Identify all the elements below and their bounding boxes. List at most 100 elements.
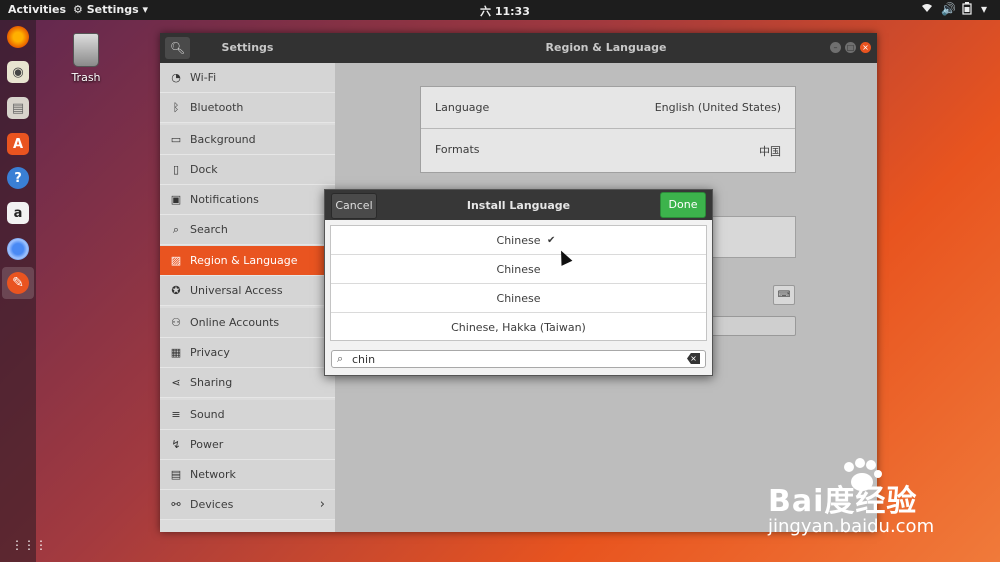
sidebar-item-bluetooth[interactable]: ᛒ Bluetooth: [160, 93, 335, 123]
sidebar-item-label: Privacy: [190, 346, 230, 359]
rhythmbox-icon[interactable]: ◉: [7, 61, 29, 83]
list-item-label: Chinese: [496, 234, 541, 247]
firefox-icon[interactable]: [7, 26, 29, 48]
sidebar-item-label: Dock: [190, 163, 218, 176]
list-item[interactable]: Chinese, Hakka (Taiwan): [331, 313, 706, 342]
app-menu[interactable]: ⚙ Settings ▾: [73, 3, 148, 16]
activities-button[interactable]: Activities: [8, 3, 66, 16]
list-item[interactable]: Chinese: [331, 255, 706, 284]
sidebar: ◔ Wi-Fi ᛒ Bluetooth ▭ Background ▯ Dock …: [160, 63, 335, 532]
trash-icon: [73, 33, 99, 67]
sound-icon: ≡: [171, 408, 181, 421]
install-language-dialog: Cancel Install Language Done Chinese ✔ C…: [324, 189, 713, 376]
sidebar-item-label: Sound: [190, 408, 225, 421]
sidebar-item-label: Search: [190, 223, 228, 236]
sidebar-item-label: Bluetooth: [190, 101, 244, 114]
sidebar-item-label: Background: [190, 133, 256, 146]
sidebar-item-privacy[interactable]: ▦ Privacy: [160, 338, 335, 368]
clear-icon[interactable]: ×: [687, 353, 700, 364]
search-icon: ⌕: [172, 222, 180, 236]
search-input-value: chin: [352, 353, 376, 366]
dialog-title: Install Language: [466, 199, 571, 212]
maximize-button[interactable]: □: [845, 42, 856, 53]
sidebar-item-label: Network: [190, 468, 236, 481]
language-list: Chinese ✔ Chinese Chinese Chinese, Hakka…: [330, 225, 707, 341]
gear-icon: ⚙: [73, 3, 83, 16]
sidebar-item-search[interactable]: ⌕ Search: [160, 215, 335, 245]
privacy-icon: ▦: [170, 346, 182, 359]
language-value: English (United States): [654, 101, 781, 114]
sidebar-item-label: Power: [190, 438, 224, 451]
keyboard-icon[interactable]: ⌨: [773, 285, 795, 305]
baidu-watermark: Bai度经验 jingyan.baidu.com: [762, 458, 992, 548]
wifi-icon: ◔: [171, 71, 181, 84]
trash-desktop-item[interactable]: Trash: [66, 33, 106, 84]
devices-icon: ⚯: [171, 498, 181, 511]
sidebar-item-label: Region & Language: [190, 254, 298, 267]
files-icon[interactable]: ▤: [7, 97, 29, 119]
close-button[interactable]: ×: [860, 42, 871, 53]
watermark-url: jingyan.baidu.com: [768, 516, 935, 537]
clock[interactable]: 六 11:33: [480, 3, 530, 19]
list-item-label: Chinese: [496, 292, 541, 305]
power-icon: ↯: [171, 438, 181, 451]
sidebar-item-devices[interactable]: ⚯ Devices ›: [160, 490, 335, 520]
chevron-down-icon: ▾: [142, 3, 149, 16]
list-item-label: Chinese: [496, 263, 541, 276]
power-menu-icon[interactable]: ▾: [981, 2, 987, 16]
window-title: Region & Language: [545, 41, 667, 54]
list-item[interactable]: Chinese ✔: [331, 226, 706, 255]
online-accounts-icon: ⚇: [171, 316, 181, 329]
list-item[interactable]: Chinese: [331, 284, 706, 313]
sharing-icon: ⋖: [171, 376, 181, 389]
settings-dock-item[interactable]: ✎: [2, 267, 34, 299]
done-button[interactable]: Done: [660, 192, 706, 218]
sidebar-title: Settings: [221, 41, 274, 54]
chromium-icon[interactable]: [7, 238, 29, 260]
language-row[interactable]: Language English (United States): [421, 87, 795, 129]
sidebar-item-label: Devices: [190, 498, 234, 511]
list-item-label: Chinese, Hakka (Taiwan): [451, 321, 586, 334]
notifications-icon: ▣: [170, 193, 182, 206]
sidebar-item-region-language[interactable]: ▨ Region & Language: [160, 246, 335, 276]
settings-icon: ✎: [7, 272, 29, 294]
wifi-icon[interactable]: [921, 2, 933, 17]
show-apps-icon[interactable]: ⋮⋮⋮: [11, 538, 47, 552]
watermark-logo: Bai度经验: [768, 484, 918, 519]
bluetooth-icon: ᛒ: [172, 101, 180, 114]
volume-icon[interactable]: 🔊: [941, 2, 956, 16]
search-input[interactable]: ⌕ chin ×: [331, 350, 706, 368]
amazon-icon[interactable]: a: [7, 202, 29, 224]
minimize-button[interactable]: –: [830, 42, 841, 53]
app-menu-label: Settings: [86, 3, 139, 16]
sidebar-item-network[interactable]: ▤ Network: [160, 460, 335, 490]
accessibility-icon: ✪: [171, 284, 181, 297]
network-icon: ▤: [170, 468, 182, 481]
window-header: 🔍︎ Settings Region & Language – □ ×: [160, 33, 877, 63]
top-bar: Activities ⚙ Settings ▾ 六 11:33 🔊 ▾: [0, 0, 1000, 20]
sidebar-item-label: Notifications: [190, 193, 259, 206]
region-icon: ▨: [170, 254, 182, 267]
sidebar-item-label: Online Accounts: [190, 316, 280, 329]
sidebar-item-sound[interactable]: ≡ Sound: [160, 400, 335, 430]
sidebar-item-dock[interactable]: ▯ Dock: [160, 155, 335, 185]
sidebar-item-power[interactable]: ↯ Power: [160, 430, 335, 460]
sidebar-item-online-accounts[interactable]: ⚇ Online Accounts: [160, 308, 335, 338]
help-icon[interactable]: ?: [7, 167, 29, 189]
language-label: Language: [435, 101, 490, 114]
sidebar-item-sharing[interactable]: ⋖ Sharing: [160, 368, 335, 398]
sidebar-item-label: Universal Access: [190, 284, 283, 297]
sidebar-item-universal-access[interactable]: ✪ Universal Access: [160, 276, 335, 306]
sidebar-item-background[interactable]: ▭ Background: [160, 125, 335, 155]
battery-icon[interactable]: [962, 2, 972, 18]
formats-value: 中国: [759, 145, 781, 158]
search-icon: ⌕: [337, 352, 344, 365]
sidebar-item-label: Wi-Fi: [190, 71, 217, 84]
software-icon[interactable]: A: [7, 133, 29, 155]
background-icon: ▭: [170, 133, 182, 146]
sidebar-item-notifications[interactable]: ▣ Notifications: [160, 185, 335, 215]
checkmark-icon: ✔: [547, 235, 556, 246]
language-formats-frame: Language English (United States) Formats…: [420, 86, 796, 173]
formats-row[interactable]: Formats 中国: [421, 129, 795, 171]
sidebar-item-wifi[interactable]: ◔ Wi-Fi: [160, 63, 335, 93]
